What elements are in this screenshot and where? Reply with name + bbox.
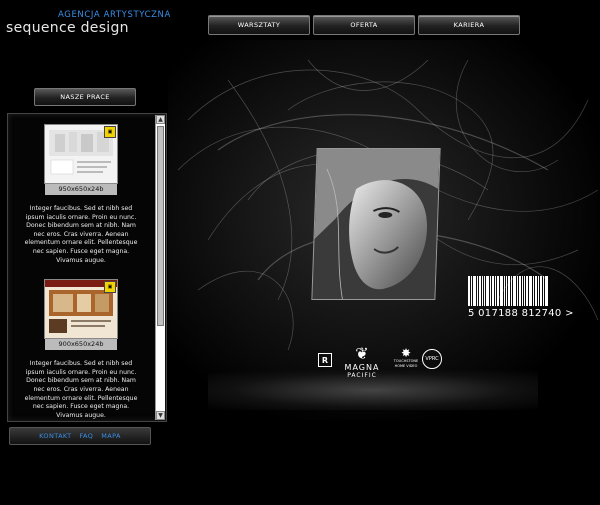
barcode-bars (468, 276, 584, 306)
nav-warsztaty-button[interactable]: WARSZTATY (208, 15, 310, 35)
scrollbar-thumb[interactable] (157, 126, 164, 326)
work-description: Integer faucibus. Sed et nibh sed ipsum … (24, 360, 138, 419)
brand-tagline: AGENCJA ARTYSTYCZNA (58, 10, 171, 20)
studio-logos: R ❦ MAGNA PACIFIC ✸ TOUCHSTONE HOME VIDE… (318, 345, 448, 391)
rating-logo: R (318, 353, 332, 367)
barcode: 5 017188 812740 > (468, 276, 584, 319)
nav-kariera-button[interactable]: KARIERA (418, 15, 520, 35)
work-size-label: 900x650x24b (45, 339, 117, 351)
barcode-number: 5 017188 812740 (468, 308, 562, 319)
mapa-link[interactable]: MAPA (101, 432, 121, 440)
work-description: Integer faucibus. Sed et nibh sed ipsum … (24, 205, 138, 264)
bird-icon: ❦ (355, 344, 369, 363)
zoom-badge-icon: ▣ (104, 126, 116, 138)
touchstone-logo: ✸ TOUCHSTONE HOME VIDEO (393, 346, 419, 368)
magna-pacific-logo: ❦ MAGNA PACIFIC (340, 344, 384, 380)
work-thumbnail[interactable]: ▣ (44, 279, 118, 340)
works-scrollbar[interactable]: ▲ ▼ (155, 115, 165, 420)
hero-artwork: 5 017188 812740 > R ❦ MAGNA PACIFIC ✸ TO… (168, 40, 600, 420)
zoom-badge-icon: ▣ (104, 281, 116, 294)
portrait-poster-image (311, 148, 441, 300)
list-item: ▣ 900x650x24b Integer faucibus. Sed et n… (8, 279, 154, 420)
barcode-arrow: > (565, 308, 574, 319)
works-list: ▣ 950x650x24b Integer faucibus. Sed et n… (8, 114, 154, 421)
faq-link[interactable]: FAQ (79, 432, 93, 440)
work-thumbnail[interactable]: ▣ (44, 124, 118, 184)
works-panel: ▣ 950x650x24b Integer faucibus. Sed et n… (7, 113, 167, 422)
scroll-up-arrow-icon[interactable]: ▲ (156, 115, 165, 124)
brand-name: sequence design (6, 20, 129, 36)
vprc-logo: VPRC (422, 349, 442, 369)
nav-oferta-button[interactable]: OFERTA (313, 15, 415, 35)
scroll-down-arrow-icon[interactable]: ▼ (156, 411, 165, 420)
kontakt-link[interactable]: KONTAKT (39, 432, 71, 440)
list-item: ▣ 950x650x24b Integer faucibus. Sed et n… (8, 124, 154, 265)
nasze-prace-button[interactable]: NASZE PRACE (34, 88, 136, 106)
work-size-label: 950x650x24b (45, 184, 117, 195)
footer-links: KONTAKT FAQ MAPA (9, 427, 151, 445)
face-illustration (312, 149, 440, 300)
star-icon: ✸ (400, 346, 412, 360)
